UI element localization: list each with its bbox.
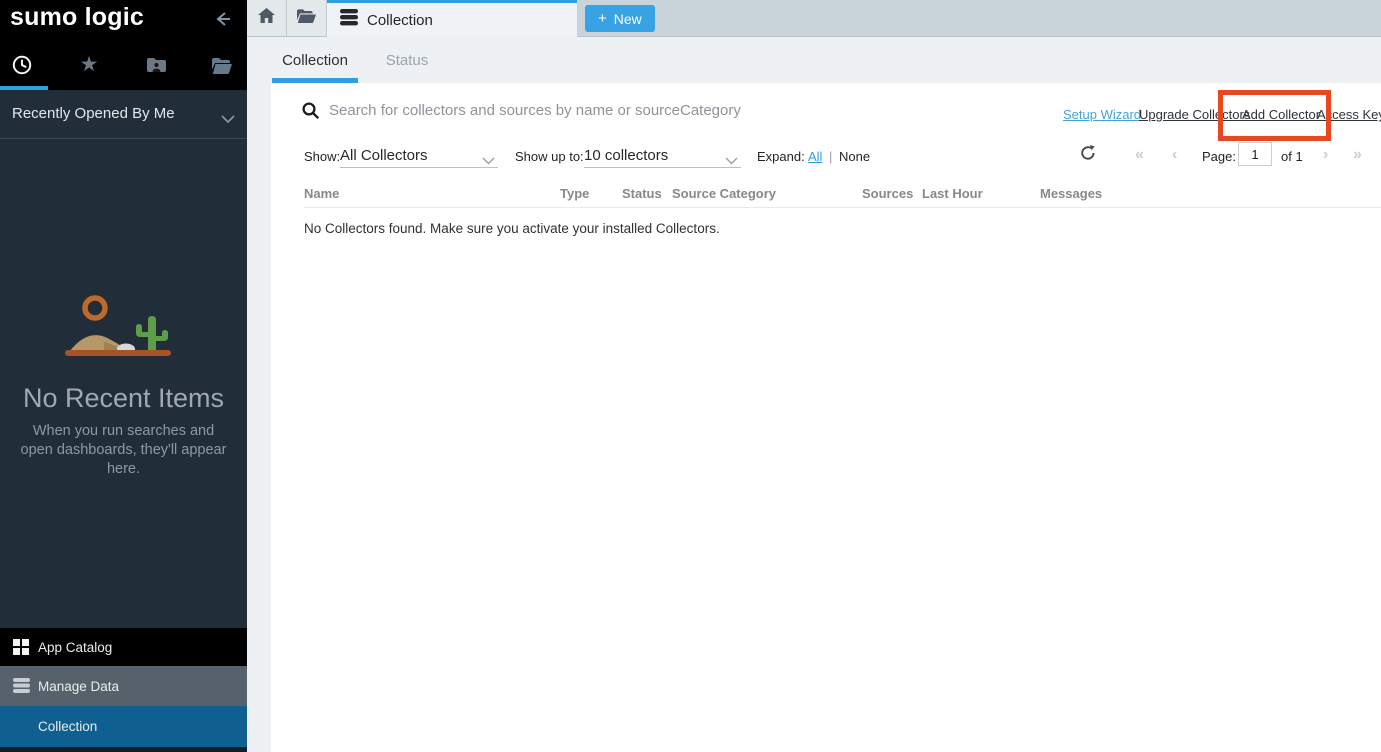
recent-items-dropdown[interactable]: Recently Opened By Me [0,90,247,139]
add-collector-link[interactable]: Add Collector [1242,107,1320,122]
tab-collection[interactable]: Collection [327,0,577,37]
sidebar-item-label: Collection [38,719,97,734]
home-tab-button[interactable] [247,0,287,36]
column-header-status[interactable]: Status [622,186,662,201]
pagination-first-button[interactable]: « [1135,146,1144,164]
access-keys-link[interactable]: Access Keys [1317,107,1381,122]
app-window: sumo logic ★ Recently Opened By Me [0,0,1381,752]
new-button[interactable]: + New [585,5,655,32]
sidebar-icon-tabs: ★ [0,52,247,82]
plus-icon: + [598,10,607,27]
recent-dropdown-label: Recently Opened By Me [12,105,175,122]
sidebar-item-label: Manage Data [38,679,119,694]
empty-table-message: No Collectors found. Make sure you activ… [304,221,720,236]
sumo-logic-logo: sumo logic [10,3,144,32]
show-up-to-dropdown[interactable]: 10 collectors [584,141,741,168]
expand-divider: | [829,149,832,164]
pagination-next-button[interactable]: › [1323,146,1328,164]
grid-icon [13,639,31,655]
show-dropdown[interactable]: All Collectors [340,141,498,168]
column-header-sources[interactable]: Sources [862,186,913,201]
column-header-type[interactable]: Type [560,186,589,201]
subtab-label: Status [386,52,429,69]
expand-all-link[interactable]: All [808,149,822,164]
recents-clock-icon[interactable] [9,52,35,78]
database-icon [340,9,358,31]
show-dropdown-value: All Collectors [340,147,428,164]
tab-bar: Collection + New [247,0,1381,37]
subtab-status[interactable]: Status [377,37,437,83]
column-header-source-category[interactable]: Source Category [672,186,776,201]
subtab-collection[interactable]: Collection [272,37,358,83]
sidebar-footer-strip [0,747,247,752]
search-icon [302,102,319,124]
new-button-label: New [614,11,642,27]
library-folder-icon[interactable] [209,52,235,78]
library-tab-button[interactable] [287,0,327,36]
no-recent-items-title: No Recent Items [0,383,247,414]
page-tabs: Collection Status [247,37,1381,83]
no-recent-items-message: When you run searches and open dashboard… [18,422,229,479]
page-of-label: of 1 [1281,149,1303,164]
sidebar-item-label: App Catalog [38,640,112,655]
upgrade-collectors-link[interactable]: Upgrade Collectors [1139,107,1250,122]
pagination-last-button[interactable]: » [1353,146,1362,164]
shared-folder-icon[interactable] [143,52,169,78]
collection-page: Setup Wizard Upgrade Collectors Add Coll… [271,83,1381,752]
chevron-down-icon [482,152,495,170]
chevron-down-icon [221,110,235,128]
show-up-to-dropdown-value: 10 collectors [584,147,668,164]
expand-label: Expand: [757,149,805,164]
database-icon [13,678,31,694]
table-header-divider [304,207,1381,208]
favorites-star-icon[interactable]: ★ [76,52,102,78]
open-folder-icon [297,9,316,28]
desert-illustration [0,288,247,365]
sidebar: sumo logic ★ Recently Opened By Me [0,0,247,752]
sidebar-header: sumo logic ★ [0,0,247,90]
collapse-sidebar-icon[interactable] [211,9,233,29]
page-number-input[interactable] [1238,142,1272,166]
refresh-icon[interactable] [1080,145,1098,163]
column-header-messages[interactable]: Messages [1040,186,1102,201]
sidebar-item-manage-data[interactable]: Manage Data [0,666,247,706]
subtab-label: Collection [282,52,348,69]
show-up-to-label: Show up to: [515,149,584,164]
home-icon [258,8,275,28]
setup-wizard-link[interactable]: Setup Wizard [1063,107,1141,122]
show-label: Show: [304,149,340,164]
tab-label: Collection [367,12,433,29]
pagination-prev-button[interactable]: ‹ [1172,146,1177,164]
chevron-down-icon [725,152,738,170]
column-header-name[interactable]: Name [304,186,339,201]
sidebar-item-app-catalog[interactable]: App Catalog [0,628,247,666]
content-gutter [247,83,271,752]
page-label: Page: [1202,149,1236,164]
search-input[interactable] [329,97,979,123]
expand-none-link[interactable]: None [839,149,870,164]
column-header-last-hour[interactable]: Last Hour [922,186,983,201]
sidebar-item-collection[interactable]: Collection [0,706,247,747]
